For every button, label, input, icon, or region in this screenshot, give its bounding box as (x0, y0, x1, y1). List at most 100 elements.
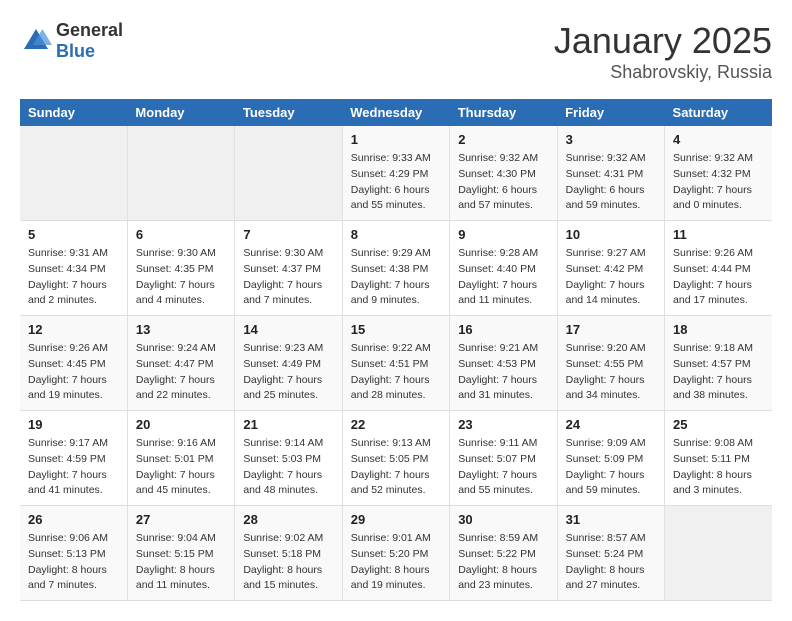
day-info: Sunrise: 9:06 AM Sunset: 5:13 PM Dayligh… (28, 531, 119, 594)
calendar-day-cell: 26 Sunrise: 9:06 AM Sunset: 5:13 PM Dayli… (20, 506, 127, 601)
calendar-day-cell (235, 126, 342, 221)
month-title: January 2025 (554, 20, 772, 62)
calendar-day-cell: 9 Sunrise: 9:28 AM Sunset: 4:40 PM Daylig… (450, 221, 557, 316)
day-number: 5 (28, 227, 119, 242)
weekday-header: Friday (557, 99, 664, 126)
day-number: 27 (136, 512, 226, 527)
calendar-day-cell: 13Sunrise: 9:24 AM Sunset: 4:47 PM Dayli… (127, 316, 234, 411)
logo-general: General (56, 20, 123, 40)
day-number: 9 (458, 227, 548, 242)
day-info: Sunrise: 9:32 AM Sunset: 4:31 PM Dayligh… (566, 151, 656, 214)
day-number: 30 (458, 512, 548, 527)
day-number: 25 (673, 417, 764, 432)
calendar-week-row: 26 Sunrise: 9:06 AM Sunset: 5:13 PM Dayli… (20, 506, 772, 601)
day-number: 28 (243, 512, 333, 527)
day-number: 29 (351, 512, 441, 527)
calendar-day-cell: 8 Sunrise: 9:29 AM Sunset: 4:38 PM Daylig… (342, 221, 449, 316)
day-number: 2 (458, 132, 548, 147)
page-header: General Blue January 2025 Shabrovskiy, R… (20, 20, 772, 83)
calendar-day-cell: 5 Sunrise: 9:31 AM Sunset: 4:34 PM Daylig… (20, 221, 127, 316)
day-number: 22 (351, 417, 441, 432)
calendar-day-cell: 1Sunrise: 9:33 AM Sunset: 4:29 PM Daylig… (342, 126, 449, 221)
calendar-day-cell: 16 Sunrise: 9:21 AM Sunset: 4:53 PM Dayli… (450, 316, 557, 411)
weekday-header: Thursday (450, 99, 557, 126)
day-info: Sunrise: 9:27 AM Sunset: 4:42 PM Dayligh… (566, 246, 656, 309)
calendar-day-cell: 4 Sunrise: 9:32 AM Sunset: 4:32 PM Daylig… (665, 126, 772, 221)
day-number: 23 (458, 417, 548, 432)
day-number: 8 (351, 227, 441, 242)
day-info: Sunrise: 9:01 AM Sunset: 5:20 PM Dayligh… (351, 531, 441, 594)
calendar-day-cell: 11Sunrise: 9:26 AM Sunset: 4:44 PM Dayli… (665, 221, 772, 316)
day-info: Sunrise: 9:26 AM Sunset: 4:45 PM Dayligh… (28, 341, 119, 404)
day-info: Sunrise: 9:02 AM Sunset: 5:18 PM Dayligh… (243, 531, 333, 594)
calendar-day-cell: 31 Sunrise: 8:57 AM Sunset: 5:24 PM Dayli… (557, 506, 664, 601)
calendar-day-cell (665, 506, 772, 601)
calendar-day-cell: 17 Sunrise: 9:20 AM Sunset: 4:55 PM Dayli… (557, 316, 664, 411)
day-number: 21 (243, 417, 333, 432)
calendar-day-cell: 22 Sunrise: 9:13 AM Sunset: 5:05 PM Dayli… (342, 411, 449, 506)
weekday-header: Tuesday (235, 99, 342, 126)
day-info: Sunrise: 9:14 AM Sunset: 5:03 PM Dayligh… (243, 436, 333, 499)
day-info: Sunrise: 9:13 AM Sunset: 5:05 PM Dayligh… (351, 436, 441, 499)
calendar-day-cell: 27 Sunrise: 9:04 AM Sunset: 5:15 PM Dayli… (127, 506, 234, 601)
day-number: 20 (136, 417, 226, 432)
calendar-week-row: 19Sunrise: 9:17 AM Sunset: 4:59 PM Dayli… (20, 411, 772, 506)
day-info: Sunrise: 9:32 AM Sunset: 4:32 PM Dayligh… (673, 151, 764, 214)
day-number: 6 (136, 227, 226, 242)
day-info: Sunrise: 9:26 AM Sunset: 4:44 PM Dayligh… (673, 246, 764, 309)
day-info: Sunrise: 9:20 AM Sunset: 4:55 PM Dayligh… (566, 341, 656, 404)
day-number: 14 (243, 322, 333, 337)
calendar-day-cell: 23Sunrise: 9:11 AM Sunset: 5:07 PM Dayli… (450, 411, 557, 506)
day-number: 31 (566, 512, 656, 527)
day-info: Sunrise: 9:22 AM Sunset: 4:51 PM Dayligh… (351, 341, 441, 404)
day-number: 4 (673, 132, 764, 147)
day-info: Sunrise: 9:08 AM Sunset: 5:11 PM Dayligh… (673, 436, 764, 499)
logo-icon (20, 25, 52, 57)
day-number: 13 (136, 322, 226, 337)
day-info: Sunrise: 9:28 AM Sunset: 4:40 PM Dayligh… (458, 246, 548, 309)
location-title: Shabrovskiy, Russia (554, 62, 772, 83)
calendar-day-cell: 2 Sunrise: 9:32 AM Sunset: 4:30 PM Daylig… (450, 126, 557, 221)
weekday-header: Saturday (665, 99, 772, 126)
day-number: 10 (566, 227, 656, 242)
day-info: Sunrise: 9:32 AM Sunset: 4:30 PM Dayligh… (458, 151, 548, 214)
calendar-day-cell: 20Sunrise: 9:16 AM Sunset: 5:01 PM Dayli… (127, 411, 234, 506)
day-info: Sunrise: 9:21 AM Sunset: 4:53 PM Dayligh… (458, 341, 548, 404)
day-number: 18 (673, 322, 764, 337)
day-number: 1 (351, 132, 441, 147)
weekday-header: Sunday (20, 99, 127, 126)
day-number: 15 (351, 322, 441, 337)
calendar-week-row: 12 Sunrise: 9:26 AM Sunset: 4:45 PM Dayli… (20, 316, 772, 411)
calendar-day-cell: 28 Sunrise: 9:02 AM Sunset: 5:18 PM Dayli… (235, 506, 342, 601)
calendar-day-cell: 6 Sunrise: 9:30 AM Sunset: 4:35 PM Daylig… (127, 221, 234, 316)
calendar-day-cell: 18 Sunrise: 9:18 AM Sunset: 4:57 PM Dayli… (665, 316, 772, 411)
day-info: Sunrise: 9:30 AM Sunset: 4:35 PM Dayligh… (136, 246, 226, 309)
day-number: 12 (28, 322, 119, 337)
day-number: 7 (243, 227, 333, 242)
day-info: Sunrise: 9:04 AM Sunset: 5:15 PM Dayligh… (136, 531, 226, 594)
calendar-day-cell: 21 Sunrise: 9:14 AM Sunset: 5:03 PM Dayli… (235, 411, 342, 506)
day-info: Sunrise: 8:57 AM Sunset: 5:24 PM Dayligh… (566, 531, 656, 594)
day-info: Sunrise: 9:29 AM Sunset: 4:38 PM Dayligh… (351, 246, 441, 309)
calendar-day-cell: 24Sunrise: 9:09 AM Sunset: 5:09 PM Dayli… (557, 411, 664, 506)
day-info: Sunrise: 9:31 AM Sunset: 4:34 PM Dayligh… (28, 246, 119, 309)
calendar-day-cell: 7 Sunrise: 9:30 AM Sunset: 4:37 PM Daylig… (235, 221, 342, 316)
day-number: 16 (458, 322, 548, 337)
day-info: Sunrise: 9:18 AM Sunset: 4:57 PM Dayligh… (673, 341, 764, 404)
day-number: 3 (566, 132, 656, 147)
calendar-day-cell: 30 Sunrise: 8:59 AM Sunset: 5:22 PM Dayli… (450, 506, 557, 601)
day-info: Sunrise: 9:17 AM Sunset: 4:59 PM Dayligh… (28, 436, 119, 499)
day-number: 17 (566, 322, 656, 337)
calendar-day-cell: 25 Sunrise: 9:08 AM Sunset: 5:11 PM Dayli… (665, 411, 772, 506)
day-info: Sunrise: 9:23 AM Sunset: 4:49 PM Dayligh… (243, 341, 333, 404)
day-info: Sunrise: 9:30 AM Sunset: 4:37 PM Dayligh… (243, 246, 333, 309)
weekday-header: Wednesday (342, 99, 449, 126)
calendar-day-cell: 15 Sunrise: 9:22 AM Sunset: 4:51 PM Dayli… (342, 316, 449, 411)
title-section: January 2025 Shabrovskiy, Russia (554, 20, 772, 83)
day-info: Sunrise: 8:59 AM Sunset: 5:22 PM Dayligh… (458, 531, 548, 594)
day-number: 26 (28, 512, 119, 527)
day-info: Sunrise: 9:09 AM Sunset: 5:09 PM Dayligh… (566, 436, 656, 499)
calendar-week-row: 1Sunrise: 9:33 AM Sunset: 4:29 PM Daylig… (20, 126, 772, 221)
calendar-day-cell: 12 Sunrise: 9:26 AM Sunset: 4:45 PM Dayli… (20, 316, 127, 411)
calendar-day-cell: 10 Sunrise: 9:27 AM Sunset: 4:42 PM Dayli… (557, 221, 664, 316)
